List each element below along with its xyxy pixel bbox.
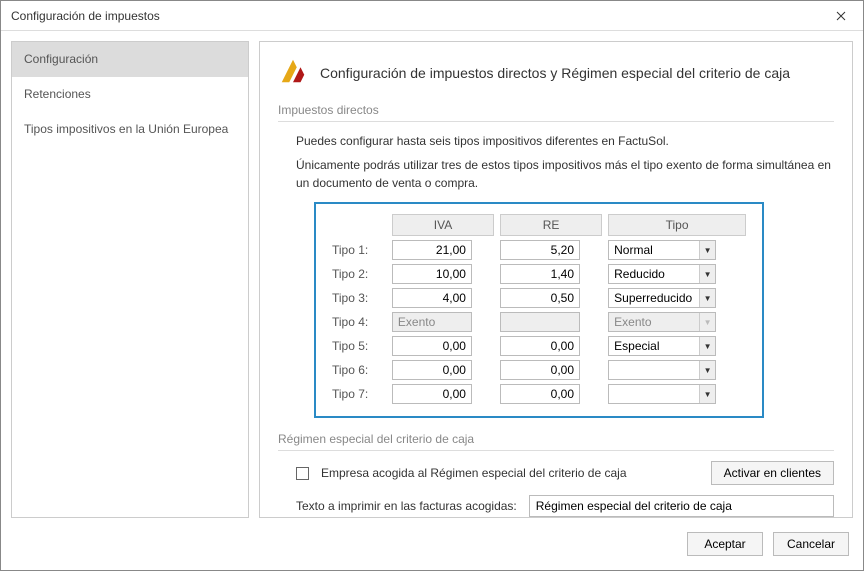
section-direct-taxes: Impuestos directos xyxy=(278,103,834,122)
sidebar-item-tipos-ue[interactable]: Tipos impositivos en la Unión Europea xyxy=(12,112,248,147)
main-panel: Configuración de impuestos directos y Ré… xyxy=(259,41,853,518)
dialog-window: Configuración de impuestos Configuración… xyxy=(0,0,864,571)
chevron-down-icon[interactable]: ▼ xyxy=(699,265,715,283)
desc-line-1: Puedes configurar hasta seis tipos impos… xyxy=(296,132,834,150)
chevron-down-icon[interactable]: ▼ xyxy=(699,337,715,355)
tax-row-1: Tipo 1: ▼ xyxy=(332,240,746,260)
tax-row-label: Tipo 2: xyxy=(332,264,386,284)
tax-row-4: Tipo 4: ▼ xyxy=(332,312,746,332)
tax-agency-icon xyxy=(278,56,308,89)
content-area: Configuración Retenciones Tipos impositi… xyxy=(1,31,863,528)
col-header-re: RE xyxy=(500,214,602,236)
tax-row-2: Tipo 2: ▼ xyxy=(332,264,746,284)
print-text-input[interactable] xyxy=(529,495,834,517)
re-input-3[interactable] xyxy=(500,288,580,308)
chevron-down-icon[interactable]: ▼ xyxy=(699,385,715,403)
iva-input-7[interactable] xyxy=(392,384,472,404)
tipo-select-6[interactable]: ▼ xyxy=(608,360,716,380)
close-button[interactable] xyxy=(818,1,863,31)
dialog-footer: Aceptar Cancelar xyxy=(1,528,863,570)
regime-checkbox[interactable] xyxy=(296,467,309,480)
chevron-down-icon[interactable]: ▼ xyxy=(699,361,715,379)
iva-input-4 xyxy=(392,312,472,332)
re-input-4 xyxy=(500,312,580,332)
re-input-2[interactable] xyxy=(500,264,580,284)
ok-button[interactable]: Aceptar xyxy=(687,532,763,556)
re-input-7[interactable] xyxy=(500,384,580,404)
chevron-down-icon[interactable]: ▼ xyxy=(699,241,715,259)
tax-table: IVA RE Tipo Tipo 1:▼Tipo 2:▼Tipo 3:▼Tipo… xyxy=(314,202,764,418)
re-input-5[interactable] xyxy=(500,336,580,356)
print-text-label: Texto a imprimir en las facturas acogida… xyxy=(296,499,517,513)
activate-clients-button[interactable]: Activar en clientes xyxy=(711,461,834,485)
chevron-down-icon: ▼ xyxy=(699,313,715,331)
main-header-title: Configuración de impuestos directos y Ré… xyxy=(320,65,790,81)
tipo-select-1[interactable]: ▼ xyxy=(608,240,716,260)
close-icon xyxy=(836,11,846,21)
tipo-select-7[interactable]: ▼ xyxy=(608,384,716,404)
tax-row-label: Tipo 5: xyxy=(332,336,386,356)
iva-input-5[interactable] xyxy=(392,336,472,356)
iva-input-6[interactable] xyxy=(392,360,472,380)
regime-checkbox-label: Empresa acogida al Régimen especial del … xyxy=(321,466,699,480)
col-header-tipo: Tipo xyxy=(608,214,746,236)
tax-row-label: Tipo 4: xyxy=(332,312,386,332)
print-text-row: Texto a imprimir en las facturas acogida… xyxy=(296,495,834,517)
tax-row-6: Tipo 6: ▼ xyxy=(332,360,746,380)
tipo-select-4: ▼ xyxy=(608,312,716,332)
tax-row-5: Tipo 5: ▼ xyxy=(332,336,746,356)
iva-input-1[interactable] xyxy=(392,240,472,260)
re-input-6[interactable] xyxy=(500,360,580,380)
regime-checkbox-row: Empresa acogida al Régimen especial del … xyxy=(296,461,834,485)
cancel-button[interactable]: Cancelar xyxy=(773,532,849,556)
tax-row-label: Tipo 1: xyxy=(332,240,386,260)
main-header: Configuración de impuestos directos y Ré… xyxy=(278,56,834,89)
desc-line-2: Únicamente podrás utilizar tres de estos… xyxy=(296,156,834,192)
tax-row-3: Tipo 3: ▼ xyxy=(332,288,746,308)
chevron-down-icon[interactable]: ▼ xyxy=(699,289,715,307)
sidebar-item-configuracion[interactable]: Configuración xyxy=(12,42,248,77)
sidebar: Configuración Retenciones Tipos impositi… xyxy=(11,41,249,518)
section-cash-regime: Régimen especial del criterio de caja xyxy=(278,432,834,451)
tax-row-label: Tipo 6: xyxy=(332,360,386,380)
tipo-select-3[interactable]: ▼ xyxy=(608,288,716,308)
tax-row-label: Tipo 3: xyxy=(332,288,386,308)
tax-row-7: Tipo 7: ▼ xyxy=(332,384,746,404)
tax-row-label: Tipo 7: xyxy=(332,384,386,404)
re-input-1[interactable] xyxy=(500,240,580,260)
iva-input-3[interactable] xyxy=(392,288,472,308)
tipo-select-5[interactable]: ▼ xyxy=(608,336,716,356)
sidebar-item-retenciones[interactable]: Retenciones xyxy=(12,77,248,112)
titlebar: Configuración de impuestos xyxy=(1,1,863,31)
iva-input-2[interactable] xyxy=(392,264,472,284)
window-title: Configuración de impuestos xyxy=(11,9,818,23)
col-header-iva: IVA xyxy=(392,214,494,236)
tipo-select-2[interactable]: ▼ xyxy=(608,264,716,284)
